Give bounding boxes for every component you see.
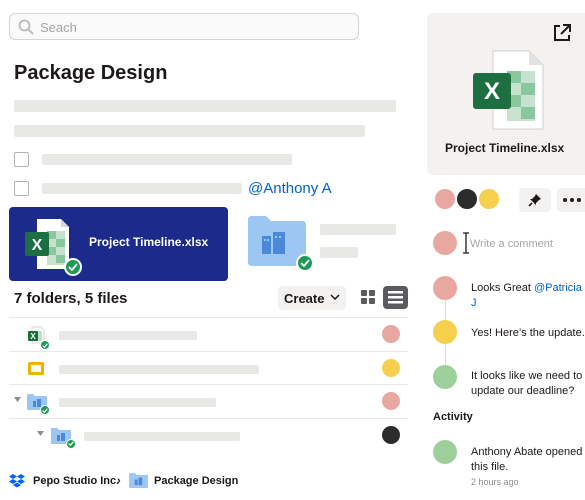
placeholder-line [84, 431, 240, 441]
comment-text: Looks Great [471, 282, 534, 294]
search-box[interactable] [9, 13, 359, 40]
excel-file-icon: X [473, 50, 544, 130]
folder-card[interactable] [248, 214, 314, 272]
placeholder-line [42, 154, 292, 165]
more-icon [563, 198, 581, 202]
comment-item: Yes! Here’s the update. [471, 326, 585, 341]
placeholder-line [59, 398, 216, 407]
svg-text:X: X [32, 237, 43, 254]
open-external-icon[interactable] [551, 22, 573, 44]
avatar [382, 325, 400, 343]
placeholder-line [42, 183, 242, 194]
dropbox-logo-icon [9, 474, 25, 488]
placeholder-line [59, 331, 197, 340]
avatar [433, 276, 457, 300]
list-item[interactable]: X [9, 317, 408, 351]
synced-check-icon [296, 254, 314, 272]
create-button[interactable]: Create [278, 286, 346, 310]
pin-button[interactable] [519, 188, 551, 212]
chevron-right-icon: › [117, 475, 121, 487]
file-list: X [9, 317, 408, 451]
pin-icon [528, 194, 541, 207]
activity-timestamp: 2 hours ago [471, 477, 519, 487]
file-card-selected[interactable]: X Project Timeline.xlsx [9, 207, 228, 281]
caret-down-icon[interactable] [14, 397, 21, 403]
comment-text: It looks like we need to update our dead… [471, 370, 583, 397]
avatar [477, 187, 501, 211]
placeholder-line [14, 125, 365, 137]
list-view-icon [388, 291, 403, 304]
placeholder-line [320, 224, 396, 235]
avatar [433, 231, 457, 255]
svg-text:X: X [30, 332, 36, 341]
comment-item: Looks Great @Patricia J [471, 281, 585, 311]
placeholder-line [14, 100, 396, 112]
avatar [433, 365, 457, 389]
activity-text: Anthony Abate opened this file. [471, 446, 583, 473]
list-item[interactable] [9, 350, 408, 385]
file-name: Project Timeline.xlsx [89, 235, 209, 249]
grid-view-icon[interactable] [357, 286, 379, 308]
chevron-down-icon [330, 294, 340, 300]
item-count: 7 folders, 5 files [14, 290, 128, 307]
synced-check-icon [40, 340, 50, 350]
synced-check-icon [64, 258, 82, 276]
synced-check-icon [40, 405, 50, 415]
thread-line [445, 344, 446, 366]
mention-link[interactable]: @Anthony A [248, 180, 332, 197]
more-options-button[interactable] [557, 188, 585, 212]
task-checkbox[interactable] [14, 152, 29, 167]
search-icon [18, 19, 34, 35]
create-label: Create [284, 290, 325, 306]
breadcrumb-current[interactable]: Package Design [154, 475, 238, 487]
placeholder-line [320, 247, 358, 258]
activity-heading: Activity [433, 411, 473, 423]
synced-check-icon [66, 438, 76, 449]
avatar [433, 440, 457, 464]
breadcrumb-root[interactable]: Pepo Studio Inc. [33, 475, 119, 487]
list-item[interactable] [9, 384, 408, 418]
preview-file-name: Project Timeline.xlsx [445, 141, 565, 155]
placeholder-line [59, 364, 259, 374]
svg-text:X: X [484, 78, 500, 105]
comment-text: Yes! Here’s the update. [471, 327, 585, 339]
list-view-button[interactable] [383, 286, 408, 309]
avatar [433, 320, 457, 344]
avatar [382, 392, 400, 410]
thread-line [445, 300, 446, 322]
file-preview-panel: X Project Timeline.xlsx [427, 13, 585, 175]
avatar [382, 358, 400, 377]
search-input[interactable] [40, 18, 340, 36]
task-checkbox[interactable] [14, 181, 29, 196]
caret-down-icon[interactable] [37, 430, 44, 437]
comment-input[interactable] [470, 236, 585, 252]
comment-item: It looks like we need to update our dead… [471, 369, 585, 399]
presentation-file-icon [28, 361, 44, 375]
avatar [433, 187, 457, 211]
text-cursor-icon [463, 232, 469, 254]
list-item[interactable] [9, 417, 408, 452]
shared-folder-icon [129, 472, 148, 488]
avatar [455, 187, 479, 211]
activity-item: Anthony Abate opened this file. [471, 445, 585, 475]
avatar [382, 425, 400, 444]
page-title: Package Design [14, 62, 168, 84]
